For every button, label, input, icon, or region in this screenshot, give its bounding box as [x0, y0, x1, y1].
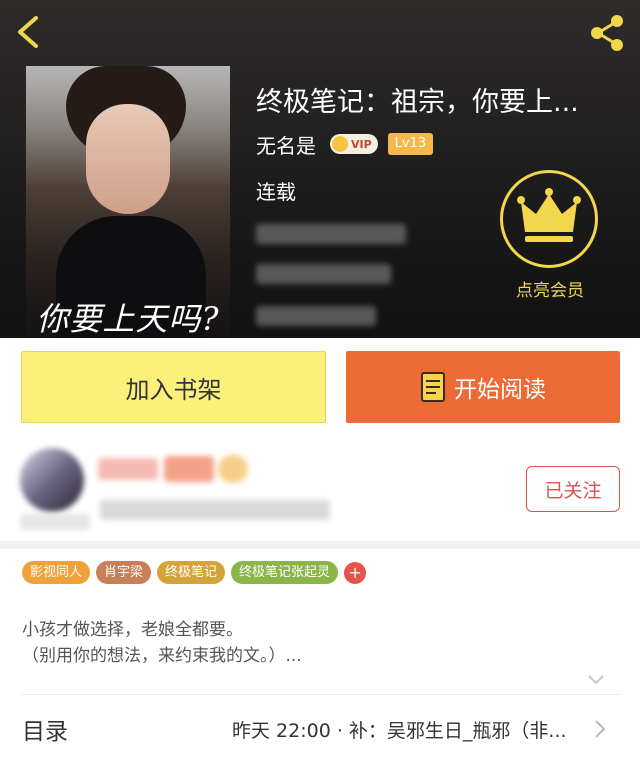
vip-face-icon	[332, 136, 348, 152]
blurred-info-line	[256, 224, 406, 244]
author-row[interactable]: 无名是 VIP Lv13	[256, 130, 434, 159]
author-name[interactable]: 无名是	[256, 130, 316, 159]
start-reading-button[interactable]: 开始阅读	[346, 351, 620, 423]
serial-status: 连载	[256, 180, 296, 204]
section-divider	[0, 541, 640, 549]
crown-icon	[517, 188, 581, 242]
tag[interactable]: 肖宇梁	[96, 561, 152, 584]
start-reading-label: 开始阅读	[454, 377, 546, 403]
blurred-badge	[218, 455, 248, 483]
blurred-info-line	[256, 264, 391, 284]
level-badge: Lv13	[387, 133, 434, 155]
vip-label: VIP	[351, 137, 372, 151]
vip-badge: VIP	[330, 134, 378, 154]
chevron-left-icon[interactable]	[12, 14, 46, 50]
book-header: 你要上天吗? 终极笔记：祖宗，你要上... 无名是 VIP Lv13 连载 点亮…	[0, 0, 640, 338]
book-title: 终极笔记：祖宗，你要上...	[256, 87, 579, 118]
blurred-bio	[100, 500, 330, 520]
toc-label[interactable]: 目录	[22, 712, 68, 746]
add-tag-button[interactable]: +	[344, 561, 367, 584]
toc-latest-chapter[interactable]: 昨天 22:00 · 补：吴邪生日_瓶邪（非...	[232, 716, 588, 743]
blurred-username	[98, 458, 158, 480]
tag[interactable]: 终极笔记	[157, 561, 226, 584]
add-to-shelf-button[interactable]: 加入书架	[21, 351, 326, 423]
share-icon[interactable]	[586, 12, 628, 54]
book-icon	[421, 372, 445, 402]
blurred-badge	[164, 456, 214, 482]
tag[interactable]: 终极笔记张起灵	[231, 561, 339, 584]
avatar[interactable]	[20, 448, 84, 512]
book-cover[interactable]: 你要上天吗?	[26, 66, 230, 338]
description-line: （别用你的想法，来约束我的文。）...	[22, 646, 302, 666]
book-description[interactable]: 小孩才做选择，老娘全都要。 （别用你的想法，来约束我的文。）...	[22, 617, 622, 669]
blurred-bio	[20, 514, 90, 530]
cover-title-art: 你要上天吗?	[36, 300, 220, 338]
member-button[interactable]: 点亮会员	[500, 170, 600, 301]
tag[interactable]: 影视同人	[22, 561, 91, 584]
description-line: 小孩才做选择，老娘全都要。	[22, 620, 243, 640]
chevron-down-icon[interactable]	[586, 673, 606, 687]
blurred-info-line	[256, 306, 376, 326]
follow-button[interactable]: 已关注	[526, 466, 620, 512]
divider	[22, 694, 620, 695]
chevron-right-icon[interactable]	[594, 719, 606, 739]
member-label: 点亮会员	[516, 281, 584, 301]
tag-list: 影视同人 肖宇梁 终极笔记 终极笔记张起灵 +	[22, 561, 367, 584]
